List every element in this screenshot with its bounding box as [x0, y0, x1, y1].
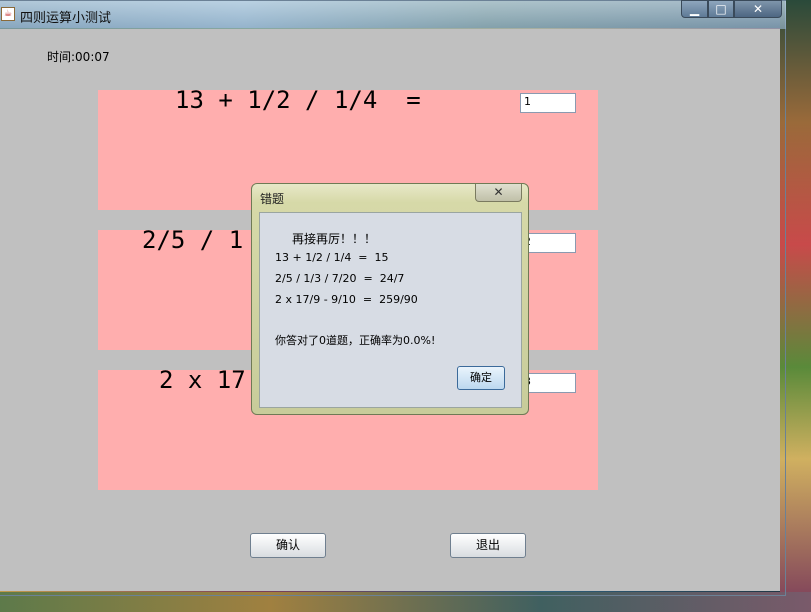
- dialog-close-button[interactable]: ✕: [475, 184, 522, 202]
- wrong-answer-line: 2/5 / 1/3 / 7/20 = 24/7: [275, 272, 405, 285]
- wrong-answer-line: 13 + 1/2 / 1/4 = 15: [275, 251, 389, 264]
- dialog-body: 再接再厉！！！ 13 + 1/2 / 1/4 = 15 2/5 / 1/3 / …: [259, 212, 522, 408]
- question-expression: 2/5 / 1: [142, 226, 244, 254]
- close-button[interactable]: ✕: [734, 0, 782, 18]
- answer-input-1[interactable]: 1: [520, 93, 576, 113]
- java-app-icon[interactable]: ☕: [1, 7, 15, 21]
- maximize-button[interactable]: □: [708, 0, 734, 18]
- confirm-button[interactable]: 确认: [250, 533, 326, 558]
- exit-button[interactable]: 退出: [450, 533, 526, 558]
- wrong-answers-dialog: 错题 ✕ 再接再厉！！！ 13 + 1/2 / 1/4 = 15 2/5 / 1…: [251, 183, 529, 415]
- window-title: 四则运算小测试: [20, 11, 112, 26]
- wrong-answer-line: 2 x 17/9 - 9/10 = 259/90: [275, 293, 418, 306]
- dialog-heading: 再接再厉！！！: [292, 232, 377, 246]
- question-expression: 2 x 17: [159, 366, 246, 394]
- result-summary: 你答对了0道题，正确率为0.0%!: [275, 334, 436, 347]
- window-controls: ▁ □ ✕: [681, 0, 783, 20]
- dialog-title: 错题: [260, 192, 285, 206]
- title-bar[interactable]: ☕ 四则运算小测试 ▁ □ ✕: [0, 0, 786, 29]
- question-expression: 13 + 1/2 / 1/4 =: [175, 86, 421, 114]
- ok-button[interactable]: 确定: [457, 366, 505, 390]
- minimize-button[interactable]: ▁: [681, 0, 708, 18]
- timer-label: 时间:00:07: [47, 50, 110, 64]
